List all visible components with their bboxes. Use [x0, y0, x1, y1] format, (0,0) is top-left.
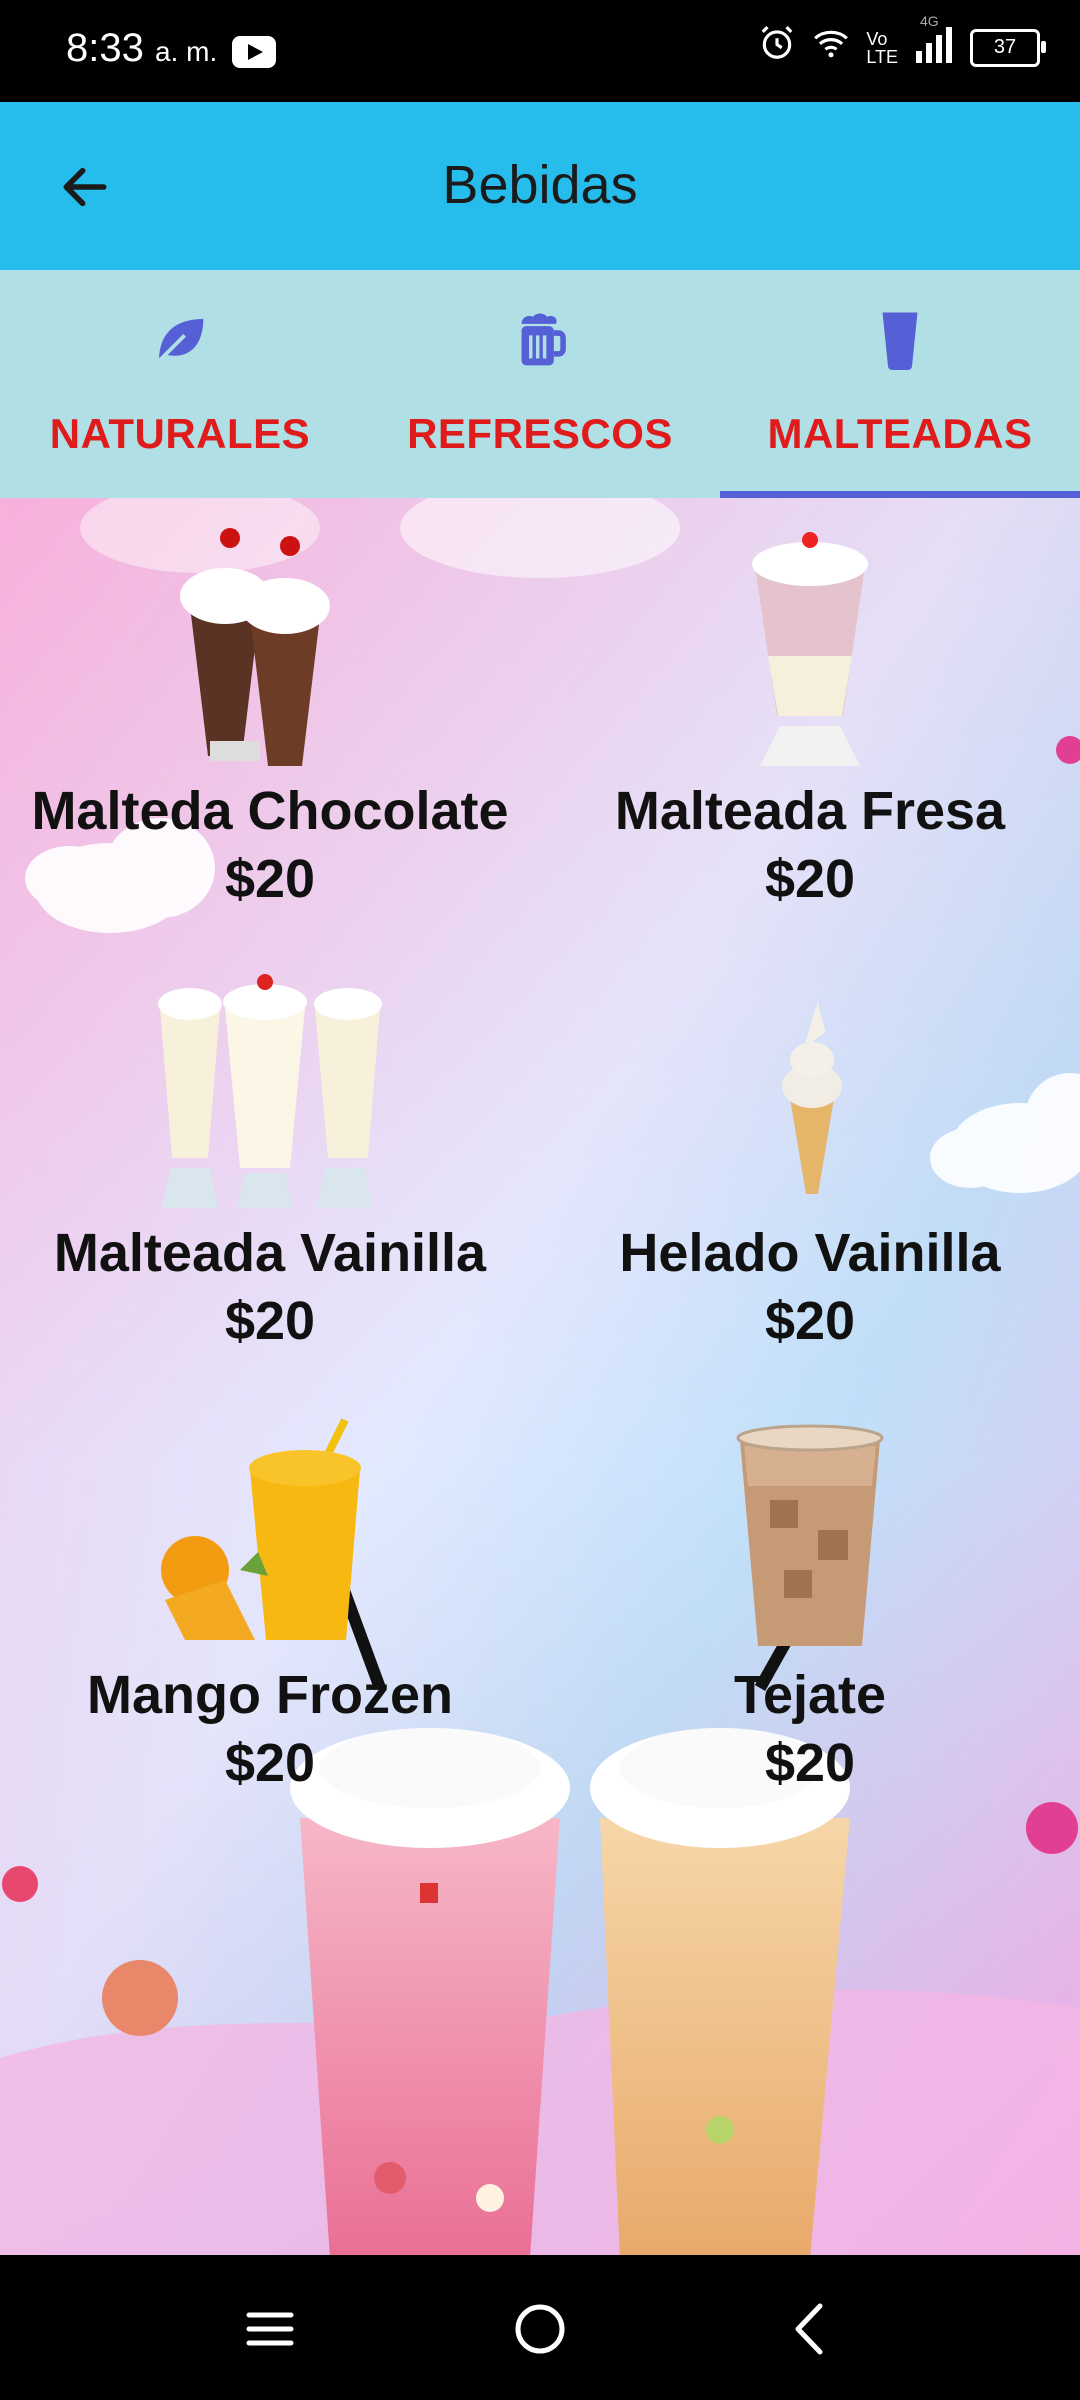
tab-malteadas[interactable]: MALTEADAS: [720, 270, 1080, 498]
category-tabs: NATURALES REFRESCOS MALTEADAS: [0, 270, 1080, 498]
network-type: 4G: [920, 13, 939, 29]
tab-label: NATURALES: [49, 410, 311, 457]
battery-icon: 37: [970, 28, 1046, 67]
signal-icon: 4G: [914, 13, 954, 68]
home-button[interactable]: [508, 2297, 572, 2361]
app-bar: Bebidas: [0, 102, 1080, 270]
product-price: $20: [224, 1733, 316, 1793]
system-navigation-bar: [0, 2255, 1080, 2400]
product-card-malteda-chocolate[interactable]: Malteda Chocolate $20: [0, 526, 540, 910]
product-name: Mango Frozen: [87, 1665, 453, 1725]
youtube-notification-icon: [232, 36, 276, 68]
back-nav-button[interactable]: [778, 2297, 842, 2361]
strawberry-shake-image: [752, 532, 868, 766]
chevron-left-icon: [795, 2303, 823, 2355]
leaf-icon: [148, 308, 212, 372]
ampm-text: a. m.: [154, 36, 218, 67]
glass-icon: [868, 308, 932, 372]
product-name: Malteada Fresa: [614, 781, 1006, 841]
product-card-malteada-vainilla[interactable]: Malteada Vainilla $20: [0, 968, 540, 1352]
product-grid-area[interactable]: Malteda Chocolate $20 Malteada Fresa $20: [0, 498, 1080, 2255]
mango-frozen-image: [161, 1418, 361, 1640]
product-price: $20: [224, 1291, 316, 1351]
product-name: Helado Vainilla: [619, 1223, 1001, 1283]
status-icons: Vo LTE 4G 37: [758, 13, 1046, 71]
wifi-icon: [812, 24, 850, 71]
menu-icon: [246, 2312, 294, 2346]
volte-indicator: Vo LTE: [866, 28, 898, 67]
tab-label: REFRESCOS: [407, 410, 673, 457]
status-time: 8:33 a. m.: [66, 26, 217, 71]
product-name: Tejate: [733, 1665, 887, 1725]
product-price: $20: [764, 1291, 856, 1351]
tab-refrescos[interactable]: REFRESCOS: [360, 270, 720, 498]
product-card-malteada-fresa[interactable]: Malteada Fresa $20: [540, 526, 1080, 910]
vanilla-shakes-image: [158, 974, 382, 1208]
product-card-mango-frozen[interactable]: Mango Frozen $20: [0, 1410, 540, 1794]
alarm-icon: [758, 24, 796, 71]
product-name: Malteada Vainilla: [53, 1223, 487, 1283]
status-bar: 8:33 a. m. Vo LTE 4G 37: [0, 0, 1080, 102]
product-price: $20: [764, 1733, 856, 1793]
iced-coffee-image: [736, 1424, 884, 1646]
product-name: Malteda Chocolate: [31, 781, 509, 841]
product-price: $20: [764, 849, 856, 909]
product-card-helado-vainilla[interactable]: Helado Vainilla $20: [540, 968, 1080, 1352]
tab-naturales[interactable]: NATURALES: [0, 270, 360, 498]
battery-level: 37: [993, 36, 1017, 58]
chocolate-shake-image: [180, 528, 330, 766]
selected-tab-indicator: [720, 491, 1080, 498]
recent-apps-button[interactable]: [238, 2297, 302, 2361]
product-price: $20: [224, 849, 316, 909]
tab-label: MALTEADAS: [767, 410, 1033, 457]
time-text: 8:33: [66, 26, 144, 70]
beer-mug-icon: [508, 308, 572, 372]
circle-home-icon: [515, 2304, 565, 2354]
page-title: Bebidas: [442, 155, 638, 215]
vanilla-cone-image: [782, 1002, 842, 1194]
product-card-tejate[interactable]: Tejate $20: [540, 1410, 1080, 1794]
